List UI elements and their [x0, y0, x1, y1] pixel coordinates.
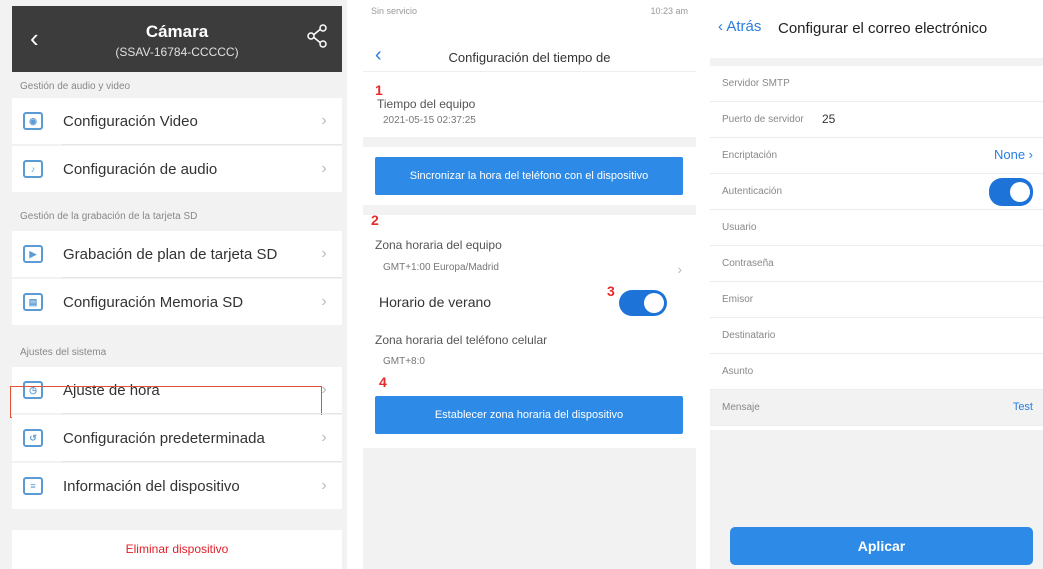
email-settings-panel: ‹ Atrás Configurar el correo electrónico… — [710, 0, 1043, 569]
menu-item-label: Configuración Memoria SD — [63, 293, 244, 311]
email-nav-bar: ‹ Atrás Configurar el correo electrónico — [710, 12, 1043, 46]
field-label: Puerto de servidor — [722, 114, 804, 125]
field-label: Usuario — [722, 222, 757, 233]
menu-item-sd-memory[interactable]: ▤ Configuración Memoria SD › — [12, 279, 342, 325]
user-field[interactable]: Usuario — [710, 210, 1043, 246]
menu-item-video[interactable]: ◉ Configuración Video › — [12, 98, 342, 144]
section-sd-recording: Gestión de la grabación de la tarjeta SD — [20, 211, 198, 222]
sd-record-icon: ▶ — [23, 245, 43, 263]
chevron-right-icon: › — [321, 477, 327, 494]
status-carrier: Sin servicio — [371, 6, 418, 16]
chevron-right-icon: › — [321, 293, 327, 310]
recipient-field[interactable]: Destinatario — [710, 318, 1043, 354]
back-label: Atrás — [726, 18, 762, 35]
test-button[interactable]: Test — [1013, 401, 1033, 413]
menu-item-device-info[interactable]: ≡ Información del dispositivo › — [12, 463, 342, 509]
menu-item-label: Configuración de audio — [63, 160, 218, 178]
field-label: Destinatario — [722, 330, 776, 341]
status-time: 10:23 am — [650, 6, 688, 16]
menu-item-sd-plan[interactable]: ▶ Grabación de plan de tarjeta SD › — [12, 231, 342, 277]
sync-time-button[interactable]: Sincronizar la hora del teléfono con el … — [375, 157, 683, 195]
chevron-right-icon: › — [321, 112, 327, 129]
sd-memory-icon: ▤ — [23, 293, 43, 311]
menu-item-label: Configuración Video — [63, 112, 198, 130]
toggle-knob — [644, 293, 664, 313]
field-label: Mensaje — [722, 402, 760, 413]
dst-toggle[interactable] — [619, 290, 667, 316]
time-settings-panel: Sin servicio 10:23 am ‹ Configuración de… — [363, 0, 696, 569]
device-time-label: Tiempo del equipo — [377, 97, 476, 111]
divider — [62, 277, 342, 278]
separator — [363, 205, 696, 215]
chevron-right-icon: › — [321, 429, 327, 446]
back-button[interactable]: ‹ Atrás — [718, 18, 761, 35]
phone-zone-value: GMT+8:0 — [383, 356, 425, 367]
audio-settings-icon: ♪ — [23, 160, 43, 178]
menu-item-label: Información del dispositivo — [63, 477, 240, 495]
encryption-field[interactable]: Encriptación None › — [710, 138, 1043, 174]
page-title: Configuración del tiempo de — [448, 50, 611, 65]
menu-item-audio[interactable]: ♪ Configuración de audio › — [12, 146, 342, 192]
separator — [363, 137, 696, 147]
menu-item-label: Configuración predeterminada — [63, 429, 265, 447]
encryption-value[interactable]: None › — [994, 147, 1033, 162]
field-label: Emisor — [722, 294, 754, 305]
menu-item-label: Grabación de plan de tarjeta SD — [63, 245, 278, 263]
field-value: 25 — [822, 112, 836, 126]
camera-header: ‹ Cámara (SSAV-16784-CCCCC) — [12, 6, 342, 72]
section-audio-video: Gestión de audio y video — [20, 81, 131, 92]
field-label: Encriptación — [722, 150, 778, 161]
field-label: Contraseña — [722, 258, 774, 269]
device-info-icon: ≡ — [23, 477, 43, 495]
field-label: Asunto — [722, 366, 754, 377]
sender-field[interactable]: Emisor — [710, 282, 1043, 318]
auth-toggle[interactable] — [989, 178, 1033, 206]
section-system: Ajustes del sistema — [20, 347, 107, 358]
dst-label: Horario de verano — [379, 294, 492, 310]
chevron-right-icon: › — [677, 261, 682, 277]
bottom-area — [363, 448, 696, 569]
toggle-knob — [1010, 182, 1030, 202]
camera-settings-panel: ‹ Cámara (SSAV-16784-CCCCC) Gestión de a… — [0, 0, 347, 569]
share-icon[interactable] — [306, 24, 328, 48]
divider — [62, 461, 342, 462]
step-marker: 3 — [607, 283, 615, 299]
chevron-right-icon: › — [321, 245, 327, 262]
password-field[interactable]: Contraseña — [710, 246, 1043, 282]
step-marker: 2 — [371, 212, 379, 228]
authentication-field: Autenticación — [710, 174, 1043, 210]
set-device-zone-button[interactable]: Establecer zona horaria del dispositivo — [375, 396, 683, 434]
camera-title: Cámara — [145, 22, 209, 41]
smtp-server-field[interactable]: Servidor SMTP — [710, 66, 1043, 102]
divider — [62, 144, 342, 145]
step-marker: 1 — [375, 82, 383, 98]
video-settings-icon: ◉ — [23, 112, 43, 130]
camera-id: (SSAV-16784-CCCCC) — [115, 45, 239, 59]
separator — [710, 58, 1043, 66]
time-nav-bar: ‹ Configuración del tiempo de — [363, 38, 696, 72]
device-time-value: 2021-05-15 02:37:25 — [383, 115, 476, 126]
page-title: Configurar el correo electrónico — [778, 20, 988, 37]
field-label: Autenticación — [722, 186, 783, 197]
device-zone-label: Zona horaria del equipo — [375, 238, 502, 252]
chevron-right-icon: › — [321, 160, 327, 177]
menu-item-defaults[interactable]: ↺ Configuración predeterminada › — [12, 415, 342, 461]
divider — [62, 413, 342, 414]
phone-zone-label: Zona horaria del teléfono celular — [375, 333, 548, 347]
apply-button[interactable]: Aplicar — [730, 527, 1033, 565]
message-field[interactable]: Mensaje Test — [710, 390, 1043, 426]
delete-device-button[interactable]: Eliminar dispositivo — [12, 530, 342, 569]
device-zone-value[interactable]: GMT+1:00 Europa/Madrid — [383, 262, 499, 273]
server-port-field[interactable]: Puerto de servidor 25 — [710, 102, 1043, 138]
subject-field[interactable]: Asunto — [710, 354, 1043, 390]
field-label: Servidor SMTP — [722, 78, 790, 89]
step-marker: 4 — [379, 374, 387, 390]
default-settings-icon: ↺ — [23, 429, 43, 447]
